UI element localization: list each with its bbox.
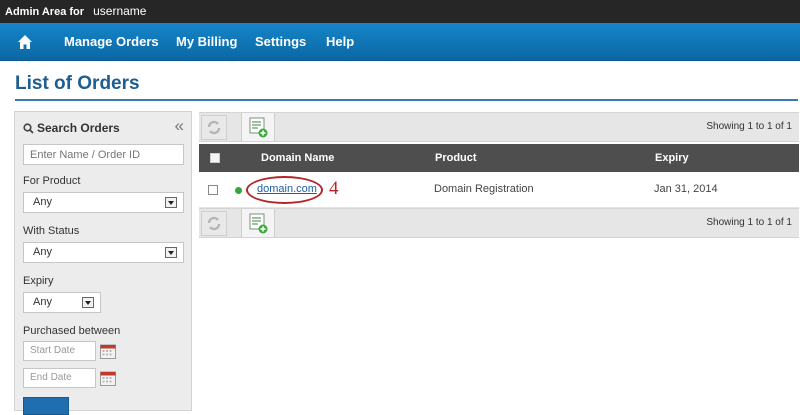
search-sidebar: Search Orders « For Product Any With Sta… xyxy=(14,111,192,415)
orders-table-header: Domain Name Product Expiry xyxy=(199,144,799,172)
username-label: username xyxy=(93,4,147,18)
pagination-summary-top: Showing 1 to 1 of 1 xyxy=(706,121,792,132)
product-filter-select[interactable]: Any xyxy=(23,192,184,213)
column-domain-name[interactable]: Domain Name xyxy=(261,144,334,172)
grid-toolbar-top: Showing 1 to 1 of 1 xyxy=(199,112,799,142)
page-title: List of Orders xyxy=(15,73,140,94)
expiry-filter-label: Expiry xyxy=(23,275,54,287)
home-icon[interactable] xyxy=(17,34,33,50)
collapse-sidebar-icon[interactable]: « xyxy=(175,116,184,136)
main-nav: Manage Orders My Billing Settings Help xyxy=(0,23,800,61)
domain-name-link[interactable]: domain.com xyxy=(257,183,317,195)
refresh-button[interactable] xyxy=(201,211,227,236)
select-all-checkbox[interactable] xyxy=(210,153,220,163)
refresh-icon xyxy=(207,120,221,135)
status-filter-select[interactable]: Any xyxy=(23,242,184,263)
add-order-button[interactable] xyxy=(241,209,275,237)
name-order-search-input[interactable] xyxy=(23,144,184,165)
add-order-button[interactable] xyxy=(241,113,275,141)
chevron-down-icon xyxy=(82,297,94,308)
product-filter-value: Any xyxy=(33,196,52,208)
product-filter-label: For Product xyxy=(23,175,81,187)
title-divider xyxy=(15,99,798,101)
nav-help[interactable]: Help xyxy=(326,23,354,61)
status-indicator xyxy=(235,187,242,194)
search-orders-heading: Search Orders xyxy=(23,121,120,135)
nav-manage-orders[interactable]: Manage Orders xyxy=(64,23,159,61)
calendar-icon[interactable] xyxy=(100,370,116,386)
end-date-input[interactable]: End Date xyxy=(23,368,96,388)
refresh-button[interactable] xyxy=(201,115,227,140)
refresh-icon xyxy=(207,216,221,231)
column-expiry[interactable]: Expiry xyxy=(655,144,689,172)
expiry-cell: Jan 31, 2014 xyxy=(654,183,718,195)
product-cell: Domain Registration xyxy=(434,183,534,195)
grid-toolbar-bottom: Showing 1 to 1 of 1 xyxy=(199,208,799,238)
calendar-icon[interactable] xyxy=(100,343,116,359)
add-list-icon xyxy=(249,117,268,138)
search-orders-title: Search Orders xyxy=(37,121,120,135)
purchased-between-label: Purchased between xyxy=(23,325,121,337)
nav-my-billing[interactable]: My Billing xyxy=(176,23,237,61)
status-filter-label: With Status xyxy=(23,225,80,237)
annotation-number: 4 xyxy=(329,178,339,199)
search-icon xyxy=(23,123,34,134)
admin-topbar: Admin Area for username xyxy=(0,0,800,23)
pagination-summary-bottom: Showing 1 to 1 of 1 xyxy=(706,217,792,228)
expiry-filter-value: Any xyxy=(33,296,52,308)
add-list-icon xyxy=(249,213,268,234)
admin-area-label: Admin Area for xyxy=(5,6,85,18)
table-row: domain.com 4 Domain Registration Jan 31,… xyxy=(199,172,799,208)
status-filter-value: Any xyxy=(33,246,52,258)
nav-settings[interactable]: Settings xyxy=(255,23,306,61)
expiry-filter-select[interactable]: Any xyxy=(23,292,101,313)
chevron-down-icon xyxy=(165,247,177,258)
row-checkbox[interactable] xyxy=(208,185,218,195)
chevron-down-icon xyxy=(165,197,177,208)
start-date-input[interactable]: Start Date xyxy=(23,341,96,361)
column-product[interactable]: Product xyxy=(435,144,477,172)
